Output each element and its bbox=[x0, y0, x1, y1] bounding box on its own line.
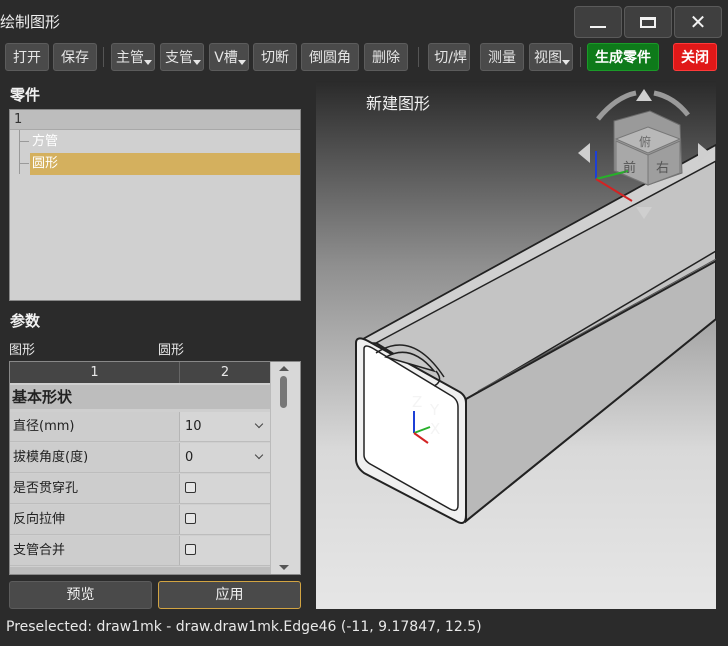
maximize-icon bbox=[640, 16, 656, 28]
axis-x-label: X bbox=[430, 420, 441, 438]
open-button[interactable]: 打开 bbox=[5, 43, 49, 71]
grid-cell bbox=[180, 505, 270, 534]
chevron-down-icon bbox=[254, 450, 264, 460]
branch-pipe-dropdown[interactable]: 支管 bbox=[160, 43, 204, 71]
grid-row-label: 反向拉伸 bbox=[10, 505, 180, 534]
navcube-front-face-label: 前 bbox=[623, 161, 637, 176]
status-bar: Preselected: draw1mk - draw.draw1mk.Edge… bbox=[6, 619, 482, 635]
toolbar-separator bbox=[580, 47, 581, 67]
close-icon: ✕ bbox=[689, 10, 707, 34]
shape-value: 圆形 bbox=[158, 343, 185, 358]
delete-button[interactable]: 删除 bbox=[364, 43, 408, 71]
grid-row-label: 是否贯穿孔 bbox=[10, 474, 180, 503]
minimize-icon bbox=[590, 26, 606, 28]
view-label: 视图 bbox=[534, 50, 562, 66]
reverse-extrude-checkbox[interactable] bbox=[185, 513, 196, 524]
grid-row-label: 直径(mm) bbox=[10, 412, 180, 441]
v-groove-label: V槽 bbox=[214, 50, 238, 66]
toolbar-separator bbox=[418, 47, 419, 67]
dropdown-arrow-icon bbox=[144, 60, 152, 65]
grid-header-col-2: 2 bbox=[220, 365, 230, 380]
tree-connector bbox=[19, 163, 29, 164]
grid-row-diameter: 直径(mm) 10 bbox=[10, 412, 270, 442]
scroll-up-icon[interactable] bbox=[279, 366, 289, 371]
v-groove-dropdown[interactable]: V槽 bbox=[209, 43, 249, 71]
tree-connector bbox=[19, 130, 20, 174]
viewport-title: 新建图形 bbox=[366, 94, 431, 113]
diameter-value: 10 bbox=[185, 419, 202, 434]
measure-button[interactable]: 测量 bbox=[480, 43, 524, 71]
grid-cell bbox=[180, 536, 270, 565]
branch-merge-checkbox[interactable] bbox=[185, 544, 196, 555]
axis-y-label: Y bbox=[430, 401, 440, 419]
grid-row-branch-merge: 支管合并 bbox=[10, 536, 270, 566]
apply-button[interactable]: 应用 bbox=[158, 581, 301, 609]
main-pipe-label: 主管 bbox=[116, 50, 144, 66]
title-bar: 绘制图形 ✕ bbox=[0, 0, 728, 40]
chevron-down-icon bbox=[254, 419, 264, 429]
main-pipe-dropdown[interactable]: 主管 bbox=[111, 43, 155, 71]
window-close-button[interactable]: ✕ bbox=[674, 6, 722, 38]
navcube-top-face-label: 俯 bbox=[639, 135, 652, 149]
grid-cell bbox=[180, 474, 270, 503]
axis-z-label: Z bbox=[412, 393, 423, 411]
dropdown-arrow-icon bbox=[238, 60, 246, 65]
cut-weld-button[interactable]: 切/焊 bbox=[428, 43, 470, 71]
params-section-title: 参数 bbox=[10, 312, 41, 330]
grid-header-col-1: 1 bbox=[10, 362, 180, 383]
scroll-down-icon[interactable] bbox=[279, 565, 289, 570]
tree-connector bbox=[19, 141, 29, 142]
grid-category-partial bbox=[10, 567, 270, 574]
window-title: 绘制图形 bbox=[0, 13, 61, 31]
preview-button[interactable]: 预览 bbox=[9, 581, 152, 609]
diameter-select[interactable]: 10 bbox=[180, 412, 270, 441]
grid-row-label: 拔模角度(度) bbox=[10, 443, 180, 472]
branch-pipe-label: 支管 bbox=[165, 50, 193, 66]
grid-row-label: 支管合并 bbox=[10, 536, 180, 565]
grid-category: 基本形状 bbox=[10, 385, 270, 409]
cut-button[interactable]: 切断 bbox=[253, 43, 297, 71]
toolbar: 打开 保存 主管 支管 V槽 切断 倒圆角 删除 切/焊 测量 视图 生成零件 … bbox=[0, 40, 728, 76]
grid-row-through-hole: 是否贯穿孔 bbox=[10, 474, 270, 504]
minimize-button[interactable] bbox=[574, 6, 622, 38]
navcube-right-face-label: 右 bbox=[656, 161, 670, 176]
fillet-button[interactable]: 倒圆角 bbox=[301, 43, 359, 71]
parts-section-title: 零件 bbox=[10, 86, 41, 104]
scrollbar-thumb[interactable] bbox=[280, 376, 287, 408]
generate-part-button[interactable]: 生成零件 bbox=[587, 43, 659, 71]
shape-label: 图形 bbox=[9, 343, 36, 358]
property-grid: 1 2 基本形状 直径(mm) 10 拔模角度(度) 0 是否贯穿孔 反向拉伸 … bbox=[9, 361, 301, 575]
save-button[interactable]: 保存 bbox=[53, 43, 97, 71]
toolbar-separator bbox=[103, 47, 104, 67]
3d-viewport[interactable]: 新建图形 俯 前 右 Z Y X bbox=[316, 81, 716, 609]
tree-root[interactable]: 1 bbox=[10, 110, 300, 130]
parts-tree: 1 方管 圆形 bbox=[9, 109, 301, 301]
dropdown-arrow-icon bbox=[193, 60, 201, 65]
tree-item-circle[interactable]: 圆形 bbox=[30, 153, 300, 175]
grid-row-draft-angle: 拔模角度(度) 0 bbox=[10, 443, 270, 473]
maximize-button[interactable] bbox=[624, 6, 672, 38]
close-button[interactable]: 关闭 bbox=[673, 43, 717, 71]
through-hole-checkbox[interactable] bbox=[185, 482, 196, 493]
draft-angle-value: 0 bbox=[185, 450, 194, 465]
vertical-scrollbar[interactable] bbox=[270, 362, 300, 574]
draft-angle-select[interactable]: 0 bbox=[180, 443, 270, 472]
dropdown-arrow-icon bbox=[562, 60, 570, 65]
grid-header: 1 2 bbox=[10, 362, 270, 383]
view-dropdown[interactable]: 视图 bbox=[529, 43, 573, 71]
tree-item-square-pipe[interactable]: 方管 bbox=[30, 131, 58, 153]
grid-row-reverse-extrude: 反向拉伸 bbox=[10, 505, 270, 535]
